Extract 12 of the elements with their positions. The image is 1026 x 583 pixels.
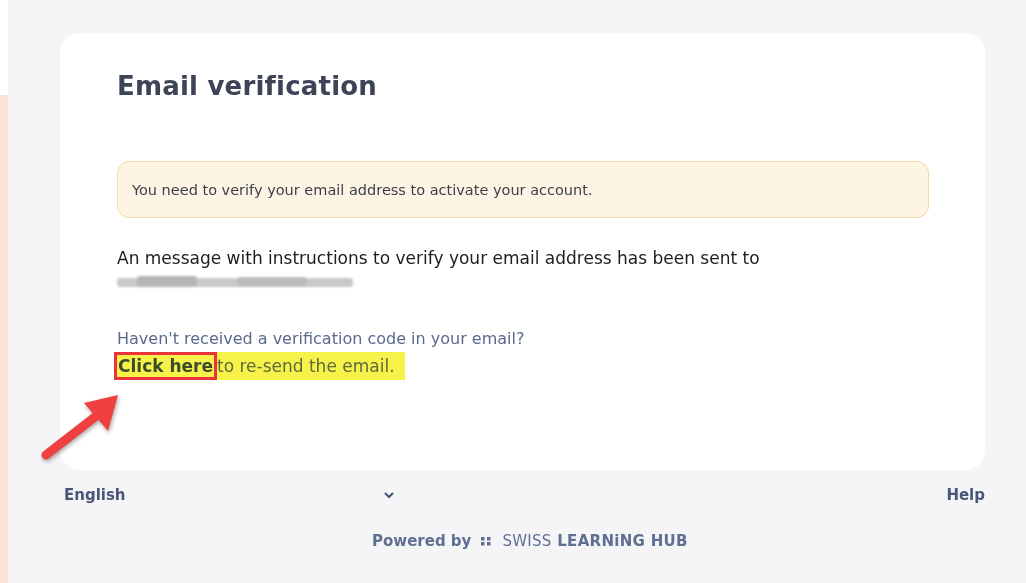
chevron-down-icon[interactable] [382, 491, 395, 499]
dots-logo-icon [481, 536, 493, 546]
help-link[interactable]: Help [946, 486, 985, 504]
resend-text: to re-send the email. [214, 352, 405, 380]
page-title: Email verification [117, 71, 379, 101]
question-text: Haven't received a verification code in your email? [117, 329, 526, 348]
resend-link[interactable]: Click here [117, 355, 214, 377]
alert-message: You need to verify your email address to activate your account. [117, 161, 929, 218]
powered-by-text: Powered by [372, 532, 472, 550]
brand-logo: SWISS LEARNiNG HUB [502, 532, 688, 550]
language-selector[interactable]: English [64, 486, 126, 504]
message-text: An message with instructions to verify your email address has been sent to [117, 248, 761, 268]
